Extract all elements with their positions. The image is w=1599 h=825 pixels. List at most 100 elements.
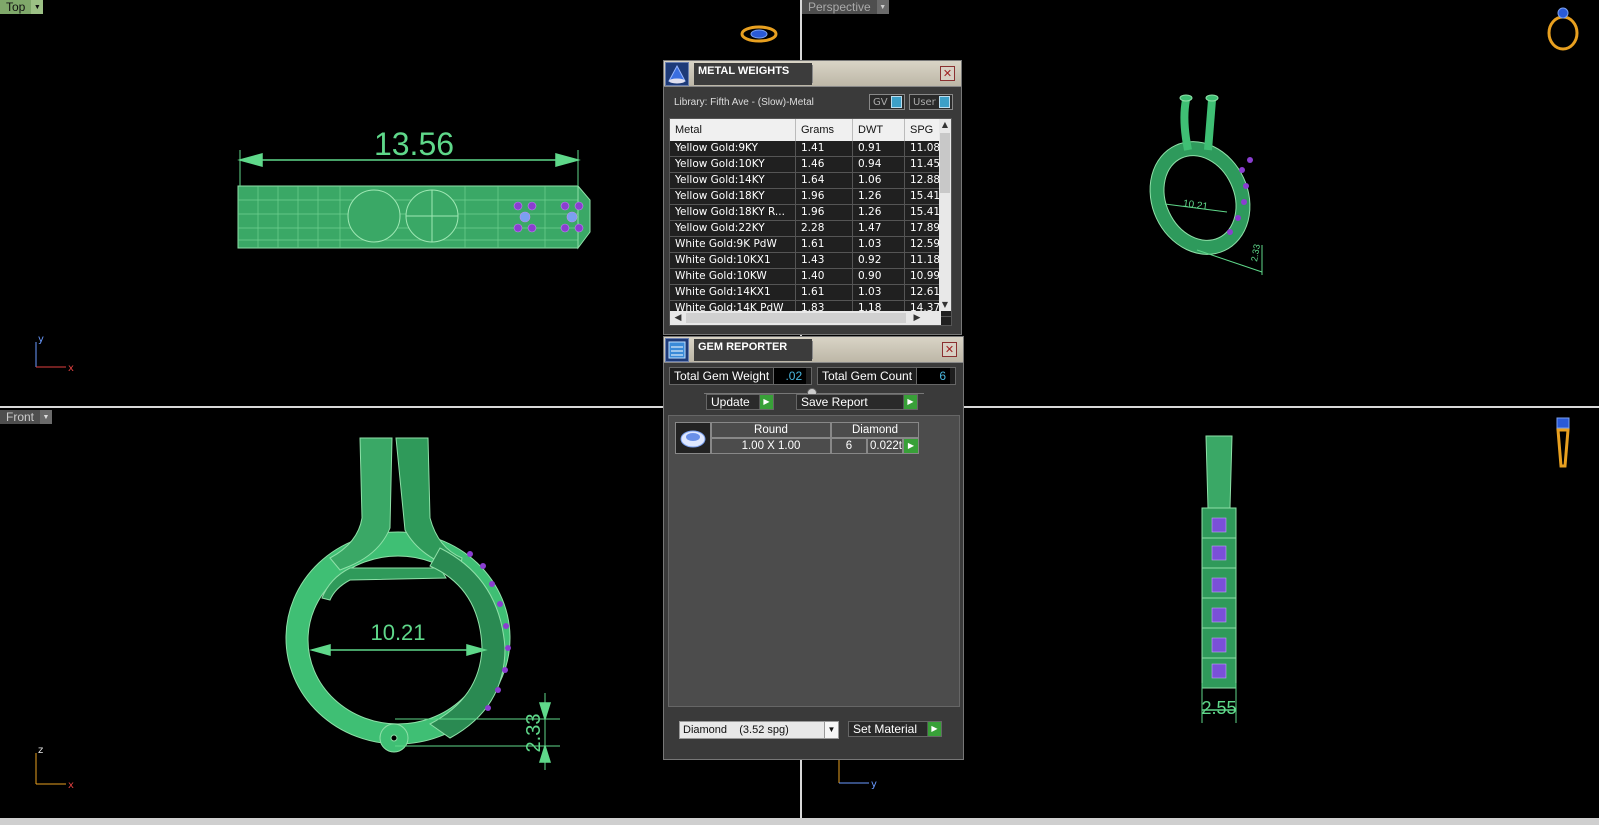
table-row[interactable]: Yellow Gold:9KY 1.41 0.91 11.08 [670,141,951,157]
save-report-button[interactable]: Save Report ▶ [796,394,918,410]
spg-cell: 11.45 [905,157,941,172]
gem-reporter-footer: Diamond (3.52 spg) ▼ Set Material ▶ [664,709,963,759]
close-icon[interactable]: ✕ [942,342,957,357]
front-dimension-height: 2.33 [523,714,545,753]
gv-toggle-label: GV [873,96,888,108]
viewport-label-top[interactable]: Top ▼ [0,0,44,14]
dwt-cell: 1.26 [853,205,905,220]
chevron-right-icon[interactable]: ▶ [911,311,923,325]
svg-text:z: z [38,745,43,756]
vertical-scrollbar[interactable]: ▲ ▼ [939,119,951,311]
grams-cell: 1.43 [796,253,853,268]
spg-cell: 12.61 [905,285,941,300]
table-row[interactable]: Yellow Gold:10KY 1.46 0.94 11.45 [670,157,951,173]
update-button[interactable]: Update ▶ [706,394,774,410]
spg-cell: 17.89 [905,221,941,236]
gem-size: 1.00 X 1.00 [711,438,831,454]
dwt-cell: 1.03 [853,237,905,252]
grams-cell: 2.28 [796,221,853,236]
table-row[interactable]: White Gold:14KX1 1.61 1.03 12.61 [670,285,951,301]
metal-weights-panel: METAL WEIGHTS ✕ Library: Fifth Ave - (Sl… [663,60,962,335]
metal-name-cell: White Gold:10KW [670,269,796,284]
column-header-metal[interactable]: Metal [670,119,796,141]
right-view-icon[interactable] [1556,417,1570,468]
table-row[interactable]: Yellow Gold:22KY 2.28 1.47 17.89 [670,221,951,237]
column-header-grams[interactable]: Grams [796,119,853,141]
scrollbar-thumb[interactable] [686,313,906,323]
dwt-cell: 0.92 [853,253,905,268]
viewport-label-front[interactable]: Front ▼ [0,410,53,424]
dwt-cell: 0.91 [853,141,905,156]
column-header-spg[interactable]: SPG [905,119,941,141]
perspective-view-icon[interactable] [1547,7,1579,51]
metal-name-cell: White Gold:14KX1 [670,285,796,300]
table-row[interactable]: White Gold:10KX1 1.43 0.92 11.18 [670,253,951,269]
play-arrow-icon: ▶ [759,395,773,409]
front-dimension-width: 10.21 [370,620,425,645]
spg-cell: 15.41 [905,189,941,204]
dwt-cell: 1.47 [853,221,905,236]
svg-text:y: y [38,334,44,345]
dwt-cell: 1.26 [853,189,905,204]
panel-title: GEM REPORTER [694,339,812,361]
close-icon[interactable]: ✕ [940,66,955,81]
table-header: Metal Grams DWT SPG [670,119,951,141]
user-toggle[interactable]: User [909,94,953,110]
total-gem-count-value: 6 [916,368,951,384]
viewport-name: Perspective [808,0,871,14]
total-gem-weight-value: .02 [773,368,807,384]
chevron-down-icon[interactable]: ▼ [939,299,951,311]
metal-weights-icon [665,62,689,86]
chevron-up-icon[interactable]: ▲ [939,119,951,131]
metal-name-cell: Yellow Gold:22KY [670,221,796,236]
status-bar [0,818,1599,825]
table-body: Yellow Gold:9KY 1.41 0.91 11.08 Yellow Gold:… [670,141,951,317]
user-toggle-label: User [913,96,936,108]
grams-cell: 1.61 [796,285,853,300]
metal-name-cell: Yellow Gold:10KY [670,157,796,172]
round-diamond-icon [675,422,711,454]
dwt-cell: 1.03 [853,285,905,300]
chevron-down-icon[interactable]: ▼ [824,722,838,738]
total-gem-weight-label: Total Gem Weight [674,369,770,383]
metal-name-cell: Yellow Gold:18KY R... [670,205,796,220]
grams-cell: 1.46 [796,157,853,172]
column-header-dwt[interactable]: DWT [853,119,905,141]
gem-row[interactable]: Round Diamond 1.00 X 1.00 6 0.022tw ▶ [675,422,919,454]
metal-weights-title-bar[interactable]: METAL WEIGHTS ✕ [664,61,961,87]
table-row[interactable]: Yellow Gold:18KY R... 1.96 1.26 15.41 [670,205,951,221]
svg-text:x: x [68,363,74,374]
table-row[interactable]: White Gold:10KW 1.40 0.90 10.99 [670,269,951,285]
front-axis-gizmo: z x [35,745,74,791]
material-select[interactable]: Diamond (3.52 spg) ▼ [679,721,839,739]
gem-material: Diamond [831,422,919,438]
gem-reporter-title-bar[interactable]: GEM REPORTER ✕ [664,337,963,363]
chevron-down-icon[interactable]: ▼ [31,0,44,14]
chevron-left-icon[interactable]: ◀ [672,311,684,325]
chevron-down-icon[interactable]: ▼ [876,0,889,14]
spg-cell: 12.88 [905,173,941,188]
dwt-cell: 1.06 [853,173,905,188]
play-arrow-icon[interactable]: ▶ [903,438,919,454]
table-row[interactable]: White Gold:9K PdW 1.61 1.03 12.59 [670,237,951,253]
set-material-button[interactable]: Set Material ▶ [848,721,942,737]
table-row[interactable]: Yellow Gold:14KY 1.64 1.06 12.88 [670,173,951,189]
scrollbar-thumb[interactable] [940,133,950,193]
viewport-label-perspective[interactable]: Perspective ▼ [802,0,889,14]
top-view-cube-icon[interactable] [740,25,778,43]
spg-cell: 12.59 [905,237,941,252]
right-dimension-label: 2.55 [1201,698,1236,718]
top-dimension-label: 13.56 [374,126,454,162]
grams-cell: 1.40 [796,269,853,284]
table-row[interactable]: Yellow Gold:18KY 1.96 1.26 15.41 [670,189,951,205]
play-arrow-icon: ▶ [903,395,917,409]
horizontal-scrollbar[interactable]: ◀ ▶ [670,311,941,325]
metal-name-cell: White Gold:9K PdW [670,237,796,252]
gem-shape: Round [711,422,831,438]
gem-reporter-icon [665,338,689,362]
total-gem-count: Total Gem Count 6 [817,367,956,385]
metal-name-cell: Yellow Gold:9KY [670,141,796,156]
gv-toggle[interactable]: GV [869,94,905,110]
chevron-down-icon[interactable]: ▼ [40,410,53,424]
play-arrow-icon: ▶ [927,722,941,736]
